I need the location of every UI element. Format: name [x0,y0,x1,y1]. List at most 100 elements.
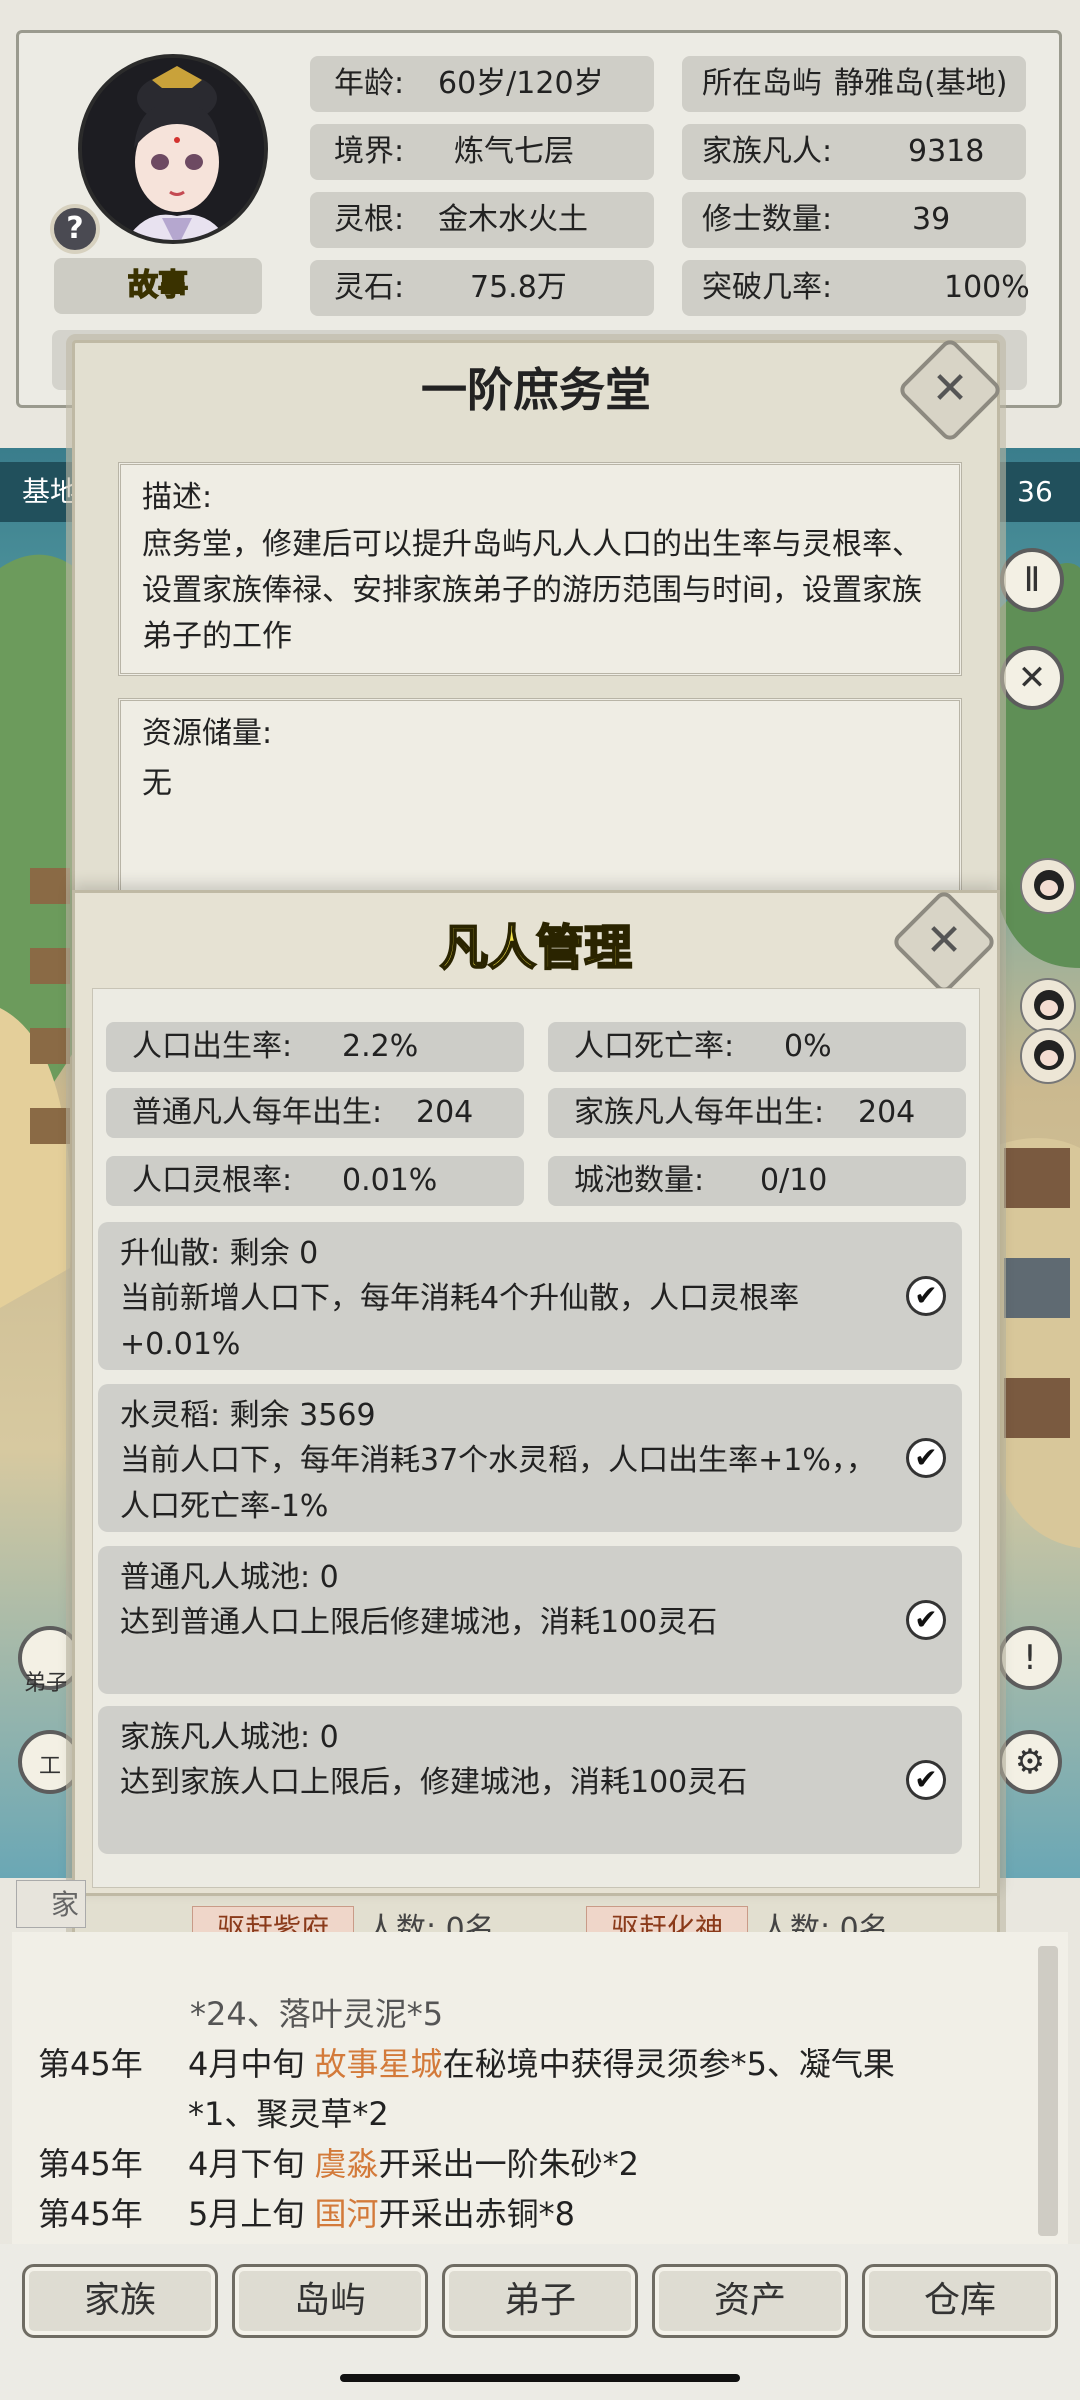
option-checkbox[interactable]: ✔ [906,1600,946,1640]
nav-family-button[interactable]: 家族 [22,2264,218,2338]
work-side-label: 工 [38,1754,61,1779]
log-name[interactable]: 虞淼 [315,2145,379,2183]
root-rate-label: 人口灵根率: [132,1163,293,1198]
member-avatar-1[interactable] [1020,858,1076,914]
option-common-city: 普通凡人城池: 0 达到普通人口上限后修建城池，消耗100灵石 ✔ [98,1546,962,1694]
log-time: 4月中旬 [188,2045,305,2083]
root-rate-stat: 人口灵根率: 0.01% [106,1156,524,1206]
home-indicator[interactable] [340,2374,740,2382]
spirit-root-stat: 灵根: 金木水火土 [310,192,654,248]
description-text: 庶务堂，修建后可以提升岛屿凡人人口的出生率与灵根率、设置家族俸禄、安排家族弟子的… [142,527,922,654]
map-close-button[interactable]: ✕ [1000,646,1064,710]
option-ascension-powder: 升仙散: 剩余 0 当前新增人口下，每年消耗4个升仙散，人口灵根率+0.01% … [98,1222,962,1370]
family-mortals-value: 9318 [908,134,985,169]
log-time: 4月下旬 [188,2145,305,2183]
root-rate-value: 0.01% [342,1163,438,1198]
map-counter: 36 [990,462,1080,522]
log-line-partial: *24、落叶灵泥*5 [190,1995,444,2033]
option-checkbox[interactable]: ✔ [906,1438,946,1478]
option-checkbox[interactable]: ✔ [906,1276,946,1316]
age-stat: 年龄: 60岁/120岁 [310,56,654,112]
log-line: 第45年 [38,2040,143,2088]
mortal-management-title: 凡人管理 [439,919,633,977]
log-line-continued: *1、聚灵草*2 [188,2095,389,2133]
help-button[interactable]: ? [50,204,100,254]
log-text: 在秘境中获得灵须参*5、凝气果 [442,2045,895,2083]
close-icon: ✕ [931,363,969,414]
common-birth-value: 204 [416,1095,474,1130]
breakthrough-value: 100% [944,270,1030,305]
close-icon: ✕ [925,915,963,966]
gear-icon: ⚙ [1014,1742,1046,1782]
avatar[interactable] [78,54,268,244]
birth-rate-stat: 人口出生率: 2.2% [106,1022,524,1072]
option-desc: 达到普通人口上限后修建城池，消耗100灵石 [120,1605,718,1640]
family-mortals-label: 家族凡人: [702,134,833,169]
breakthrough-stat: 突破几率: 100% [682,260,1030,316]
settings-side-button[interactable]: ⚙ [998,1730,1062,1794]
alert-icon: ! [1023,1638,1037,1678]
log-line: 第45年 [38,2190,143,2238]
log-text: 开采出一阶朱砂*2 [378,2145,639,2183]
spirit-stone-label: 灵石: [334,270,405,305]
nav-island-button[interactable]: 岛屿 [232,2264,428,2338]
log-line: 第45年 [38,2140,143,2188]
nav-assets-button[interactable]: 资产 [652,2264,848,2338]
death-rate-label: 人口死亡率: [574,1029,735,1064]
log-year: 第45年 [38,2145,143,2183]
nav-warehouse-button[interactable]: 仓库 [862,2264,1058,2338]
log-name[interactable]: 国河 [315,2195,379,2233]
common-birth-stat: 普通凡人每年出生: 204 [106,1088,524,1138]
age-value: 60岁/120岁 [438,66,604,101]
spirit-root-value: 金木水火土 [438,202,588,237]
spirit-stone-value: 75.8万 [470,270,567,305]
disciple-side-label: 弟子 [24,1671,69,1696]
family-mortals-stat: 家族凡人: 9318 [682,124,1026,180]
avatar-portrait [82,58,264,240]
describe-side-button[interactable]: ! [998,1626,1062,1690]
member-avatar-2[interactable] [1020,978,1076,1034]
option-title: 升仙散: 剩余 0 [120,1236,319,1271]
birth-rate-label: 人口出生率: [132,1029,293,1064]
nav-disciple-button[interactable]: 弟子 [442,2264,638,2338]
description-heading: 描述: [142,480,213,515]
log-name[interactable]: 故事星城 [315,2045,443,2083]
log-line-body: 5月上旬 国河开采出赤铜*8 [188,2190,575,2238]
island-value: 静雅岛(基地) [834,66,1008,101]
option-checkbox[interactable]: ✔ [906,1760,946,1800]
option-title: 家族凡人城池: 0 [120,1720,339,1755]
option-title: 普通凡人城池: 0 [120,1560,339,1595]
resource-heading: 资源储量: [142,716,273,751]
cultivator-count-stat: 修士数量: 39 [682,192,1026,248]
age-label: 年龄: [334,66,405,101]
log-line-body: 4月中旬 故事星城在秘境中获得灵须参*5、凝气果 [188,2040,895,2088]
family-log-tab[interactable]: 家 [16,1880,86,1928]
birth-rate-value: 2.2% [342,1029,419,1064]
pause-button[interactable]: Ⅱ [1000,548,1064,612]
island-stat: 所在岛屿 静雅岛(基地) [682,56,1026,112]
city-count-label: 城池数量: [574,1163,705,1198]
family-log-tab-label: 家 [51,1888,80,1921]
member-avatar-3[interactable] [1020,1028,1076,1084]
log-scrollbar[interactable] [1038,1946,1058,2236]
common-birth-label: 普通凡人每年出生: [132,1095,383,1130]
log-year: 第45年 [38,2195,143,2233]
member-face-icon [1034,870,1064,900]
cultivator-count-label: 修士数量: [702,202,833,237]
log-year: 第45年 [38,2045,143,2083]
family-birth-stat: 家族凡人每年出生: 204 [548,1088,966,1138]
death-rate-stat: 人口死亡率: 0% [548,1022,966,1072]
family-birth-value: 204 [858,1095,916,1130]
island-label: 所在岛屿 [702,66,822,101]
log-time: 5月上旬 [188,2195,305,2233]
story-button[interactable]: 故事 [54,258,262,314]
member-face-icon [1034,1040,1064,1070]
family-birth-label: 家族凡人每年出生: [574,1095,825,1130]
death-rate-value: 0% [784,1029,832,1064]
city-count-value: 0/10 [760,1163,828,1198]
affairs-hall-title: 一阶庶务堂 [421,363,651,417]
option-water-rice: 水灵稻: 剩余 3569 当前人口下，每年消耗37个水灵稻，人口出生率+1%，，… [98,1384,962,1532]
option-desc: 当前新增人口下，每年消耗4个升仙散，人口灵根率+0.01% [120,1281,800,1362]
resource-value: 无 [142,766,172,801]
cultivator-count-value: 39 [912,202,951,237]
